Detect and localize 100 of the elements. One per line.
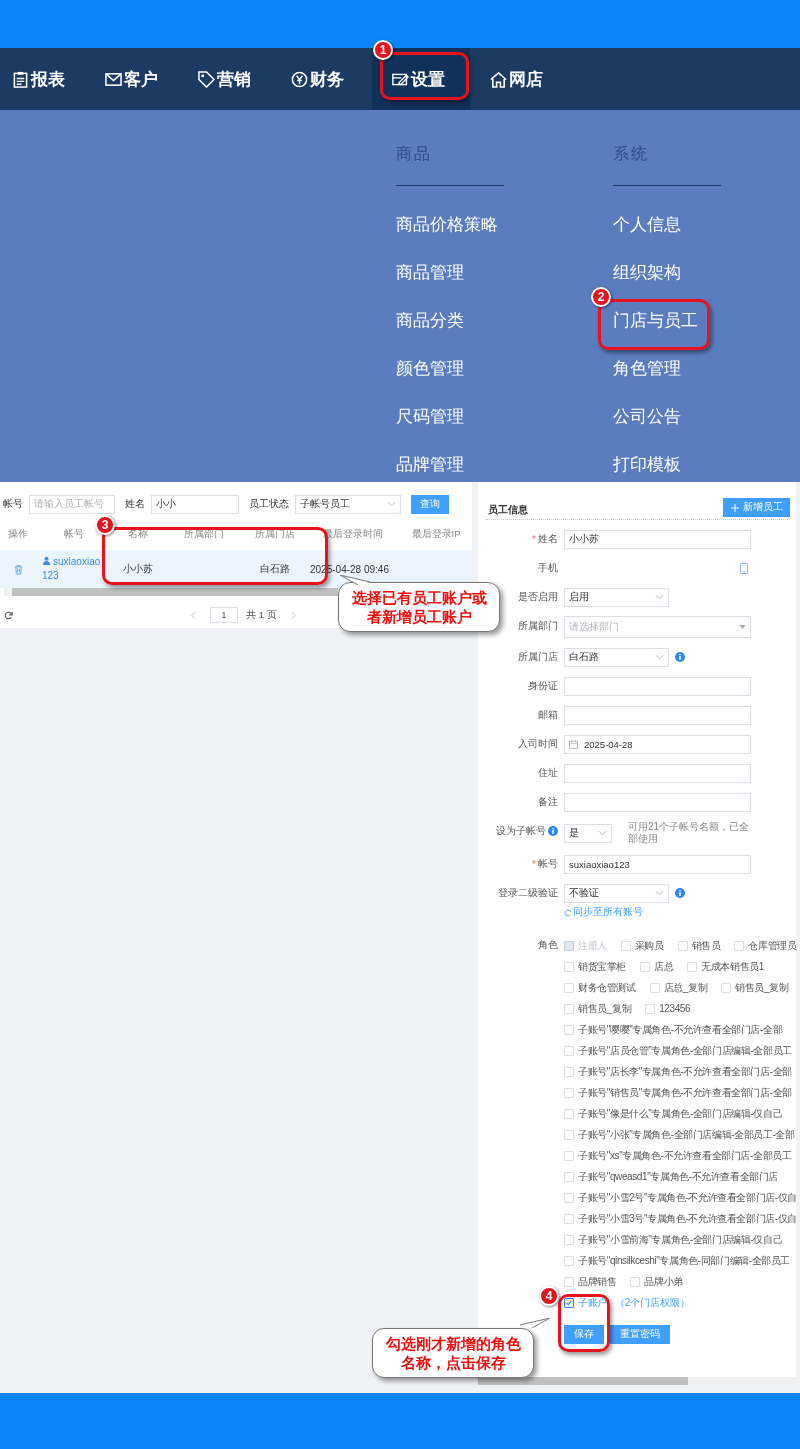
caret-icon [739,625,746,629]
nav-tab[interactable]: 报表 [0,48,93,110]
menu-item[interactable]: 商品价格策略 [396,215,504,235]
phone-icon[interactable] [740,562,748,574]
envelope-icon [105,70,122,88]
filter-field[interactable]: 小小 [151,494,239,514]
nav-tab[interactable]: 客户 [93,48,186,110]
role-label[interactable]: 品牌小弟 [644,1274,683,1289]
page-total: 共 1 页 [246,608,277,622]
role-label[interactable]: 店总_复制 [663,980,708,995]
text-field[interactable] [564,763,751,783]
nav-tab[interactable]: 财务 [279,48,372,110]
role-label[interactable]: 子账号"小雪2号"专属角色-不允许查看全部门店-仅自 [578,1190,797,1205]
info-icon[interactable] [675,888,685,898]
field-label: 入司时间 [518,737,558,751]
caret-icon [387,501,396,507]
column-header: 名称 [127,528,149,541]
menu-item[interactable]: 品牌管理 [396,455,504,475]
previous-page-icon[interactable] [191,610,196,620]
role-label[interactable]: 无成本销售员1 [701,959,764,974]
menu-item[interactable]: 尺码管理 [396,407,504,427]
role-label[interactable]: 子账号"像是什么"专属角色-全部门店编辑-仅自己 [578,1106,783,1121]
quota-note: 可用21个子帐号名额，已全部使用 [628,821,751,845]
role-label[interactable]: 子账号"销售员"专属角色-不允许查看全部门店-全部 [578,1085,792,1100]
role-label[interactable]: 子账号"qweasd1"专属角色-不允许查看全部门店 [578,1169,779,1184]
scrollbar[interactable] [4,588,338,596]
role-label[interactable]: 子账号"qinsilkceshi"专属角色-同部门编辑-全部员工 [578,1253,791,1268]
text-field[interactable] [564,676,751,696]
role-label[interactable]: 店总 [654,959,674,974]
text-field[interactable]: suxiaoxiao123 [564,854,751,874]
select-field[interactable]: 白石路 [564,647,669,667]
menu-item[interactable]: 颜色管理 [396,359,504,379]
menu-item[interactable]: 个人信息 [613,215,721,235]
panel-title: 员工信息 [487,503,528,517]
field-label: 设为子帐号 [496,824,546,838]
field-label: 所属门店 [518,650,558,664]
role-label[interactable]: 子账号"小雪3号"专属角色-不允许查看全部门店-仅自 [578,1211,797,1226]
select-field[interactable]: 是 [564,823,612,843]
role-label[interactable]: 销售员 [691,938,721,953]
coin-icon [291,70,308,88]
menu-item[interactable]: 门店与员工 [613,311,721,331]
field-label: 邮箱 [538,708,558,722]
role-label[interactable]: 子账号"店员仓管"专属角色-全部门店编辑-全部员工 [578,1043,792,1058]
highlight-frame [558,1294,610,1352]
column-header: 操作 [7,528,29,541]
checkbox[interactable] [564,1297,574,1308]
info-icon[interactable] [548,826,558,836]
select-field[interactable]: 不验证 [564,883,669,903]
scrollbar[interactable] [478,1377,796,1385]
plus-icon [730,503,739,512]
house-icon [490,70,507,88]
menu-item[interactable]: 商品分类 [396,311,504,331]
field-label: 登录二级验证 [498,886,558,900]
field-label: 帐号 [538,857,558,871]
role-note: （2个门店权限） [614,1295,691,1310]
menu-item[interactable]: 打印模板 [613,455,721,475]
field-label: 住址 [538,766,558,780]
role-label[interactable]: 子账号"小雪前海"专属角色-全部门店编辑-仅自己 [578,1232,783,1247]
next-page-icon[interactable] [290,610,296,620]
role-label[interactable]: 子账号"店长李"专属角色-不允许查看全部门店-全部 [578,1064,792,1079]
field-label: 角色 [538,938,558,952]
status-select[interactable]: 子帐号员工 [295,494,401,514]
role-label[interactable]: 品牌销售 [578,1274,617,1289]
callout-tail [520,1318,550,1328]
role-label[interactable]: 子账号"嘤嘤"专属角色-不允许查看全部门店-全部 [578,1022,783,1037]
sync-icon [564,908,572,917]
nav-tab[interactable]: 营销 [186,48,279,110]
filter-label: 员工状态 [249,497,289,511]
info-icon[interactable] [675,652,685,662]
role-label[interactable]: 销售员_复制 [578,1001,632,1016]
date-field[interactable]: 2025-04-28 [564,734,751,754]
select-field[interactable]: 启用 [564,587,669,607]
caret-icon [655,594,664,600]
role-label[interactable]: 销货宝掌柜 [578,959,626,974]
text-field[interactable] [564,792,751,812]
text-field[interactable]: 小小苏 [564,529,751,549]
nav-tab[interactable]: 网店 [470,48,563,110]
role-label[interactable]: 子账号"xs"专属角色-不允许查看全部门店-全部员工 [578,1148,792,1163]
role-label[interactable]: 123456 [659,1003,691,1014]
menu-item[interactable]: 公司公告 [613,407,721,427]
role-label[interactable]: 销售员_复制 [735,980,789,995]
role-label[interactable]: 子账号"小张"专属角色-全部门店编辑-全部员工-全部 [578,1127,795,1142]
field-label: 是否启用 [518,590,558,604]
table-cell-text: 小小苏 [122,562,154,576]
table-cell-text: 白石路 [259,562,291,576]
role-label[interactable]: 仓库管理员 [748,938,797,953]
role-label[interactable]: 采购员 [634,938,664,953]
field-label: 所属部门 [518,619,558,633]
menu-item[interactable]: 角色管理 [613,359,721,379]
text-field[interactable] [564,705,751,725]
trash-icon[interactable] [13,563,23,575]
page-field[interactable]: 1 [210,607,238,623]
role-label[interactable]: 财务仓管测试 [578,980,636,995]
refresh-icon[interactable] [4,610,13,620]
user-icon [42,556,51,565]
field-label: 姓名 [538,532,558,546]
menu-item[interactable]: 商品管理 [396,263,504,283]
callout-tail [340,575,370,585]
menu-item[interactable]: 组织架构 [613,263,721,283]
calendar-icon [569,739,578,749]
